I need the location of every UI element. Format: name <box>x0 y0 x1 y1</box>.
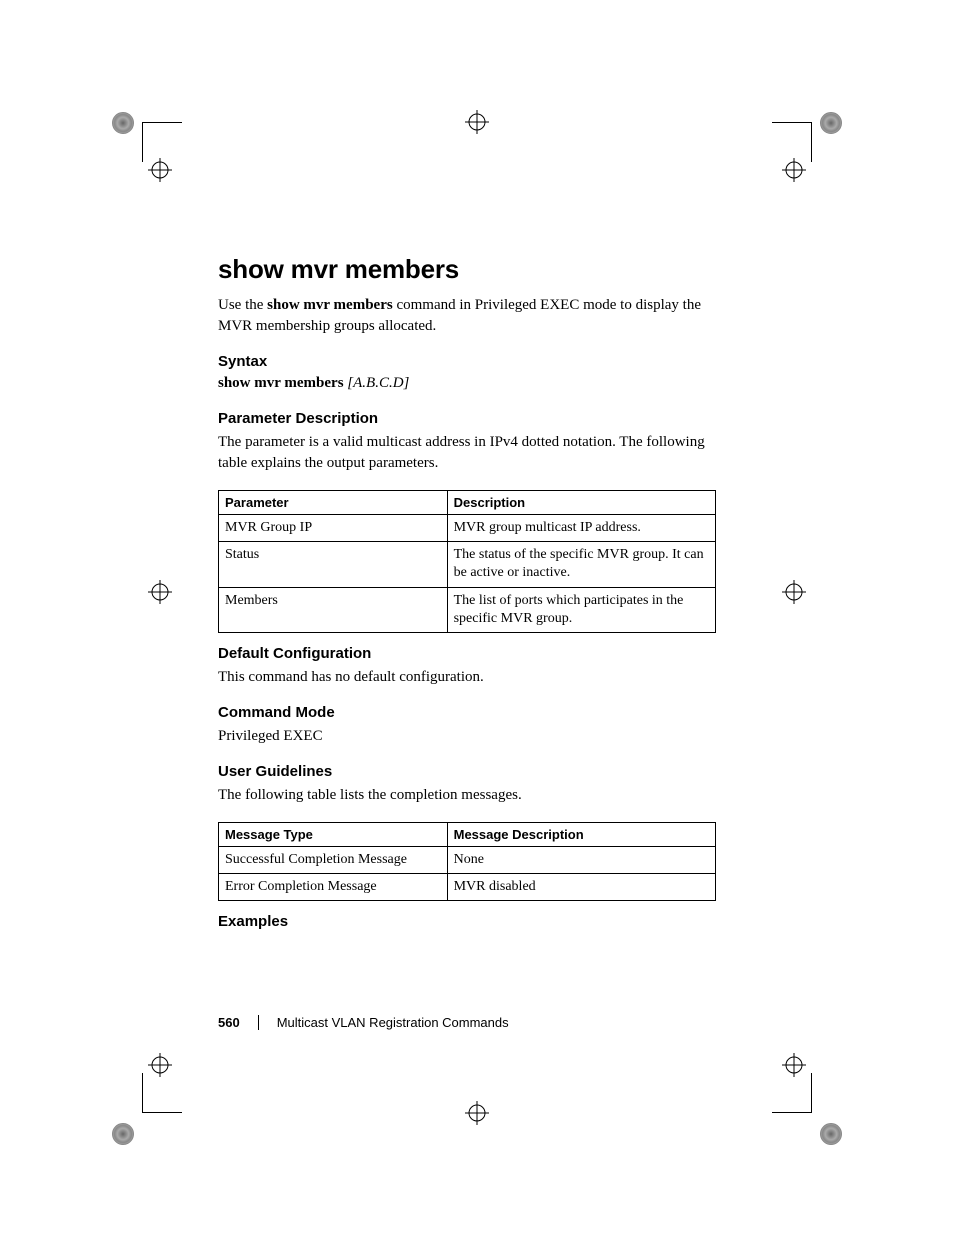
registration-disc-icon <box>112 1123 134 1145</box>
table-row: Members The list of ports which particip… <box>219 587 716 632</box>
col-message-desc: Message Description <box>447 822 715 846</box>
cell-param: Status <box>219 542 448 587</box>
command-mode-heading: Command Mode <box>218 704 718 721</box>
syntax-line: show mvr members [A.B.C.D] <box>218 375 718 392</box>
table-row: Status The status of the specific MVR gr… <box>219 542 716 587</box>
command-mode-body: Privileged EXEC <box>218 726 718 747</box>
registration-target-icon <box>782 158 806 182</box>
table-row: Successful Completion Message None <box>219 846 716 873</box>
page-number: 560 <box>218 1015 240 1030</box>
cell-desc: The status of the specific MVR group. It… <box>447 542 715 587</box>
registration-target-icon <box>782 580 806 604</box>
registration-target-icon <box>148 580 172 604</box>
examples-heading: Examples <box>218 913 718 930</box>
syntax-argument: [A.B.C.D] <box>344 375 410 391</box>
param-heading: Parameter Description <box>218 410 718 427</box>
table-row: MVR Group IP MVR group multicast IP addr… <box>219 515 716 542</box>
registration-target-icon <box>782 1053 806 1077</box>
registration-target-icon <box>465 1101 489 1125</box>
registration-disc-icon <box>820 1123 842 1145</box>
table-row: Error Completion Message MVR disabled <box>219 874 716 901</box>
cell-desc: MVR group multicast IP address. <box>447 515 715 542</box>
chapter-title: Multicast VLAN Registration Commands <box>277 1015 509 1030</box>
param-intro: The parameter is a valid multicast addre… <box>218 432 718 474</box>
registration-target-icon <box>148 158 172 182</box>
table-header-row: Parameter Description <box>219 491 716 515</box>
parameter-table: Parameter Description MVR Group IP MVR g… <box>218 490 716 633</box>
command-title: show mvr members <box>218 254 718 285</box>
cell-msg-desc: None <box>447 846 715 873</box>
syntax-command: show mvr members <box>218 375 344 391</box>
cell-msg-type: Error Completion Message <box>219 874 448 901</box>
default-config-body: This command has no default configuratio… <box>218 667 718 688</box>
cell-param: Members <box>219 587 448 632</box>
user-guidelines-heading: User Guidelines <box>218 763 718 780</box>
registration-target-icon <box>465 110 489 134</box>
col-parameter: Parameter <box>219 491 448 515</box>
registration-target-icon <box>148 1053 172 1077</box>
page-content: show mvr members Use the show mvr member… <box>218 254 718 935</box>
default-config-heading: Default Configuration <box>218 645 718 662</box>
cell-param: MVR Group IP <box>219 515 448 542</box>
cell-msg-type: Successful Completion Message <box>219 846 448 873</box>
intro-command: show mvr members <box>267 297 393 313</box>
registration-disc-icon <box>112 112 134 134</box>
syntax-heading: Syntax <box>218 353 718 370</box>
table-header-row: Message Type Message Description <box>219 822 716 846</box>
page-footer: 560 Multicast VLAN Registration Commands <box>218 1015 509 1030</box>
user-guidelines-body: The following table lists the completion… <box>218 785 718 806</box>
cell-desc: The list of ports which participates in … <box>447 587 715 632</box>
col-description: Description <box>447 491 715 515</box>
message-table: Message Type Message Description Success… <box>218 822 716 901</box>
col-message-type: Message Type <box>219 822 448 846</box>
footer-divider <box>258 1015 259 1030</box>
intro-paragraph: Use the show mvr members command in Priv… <box>218 295 718 337</box>
cell-msg-desc: MVR disabled <box>447 874 715 901</box>
intro-prefix: Use the <box>218 297 267 313</box>
registration-disc-icon <box>820 112 842 134</box>
